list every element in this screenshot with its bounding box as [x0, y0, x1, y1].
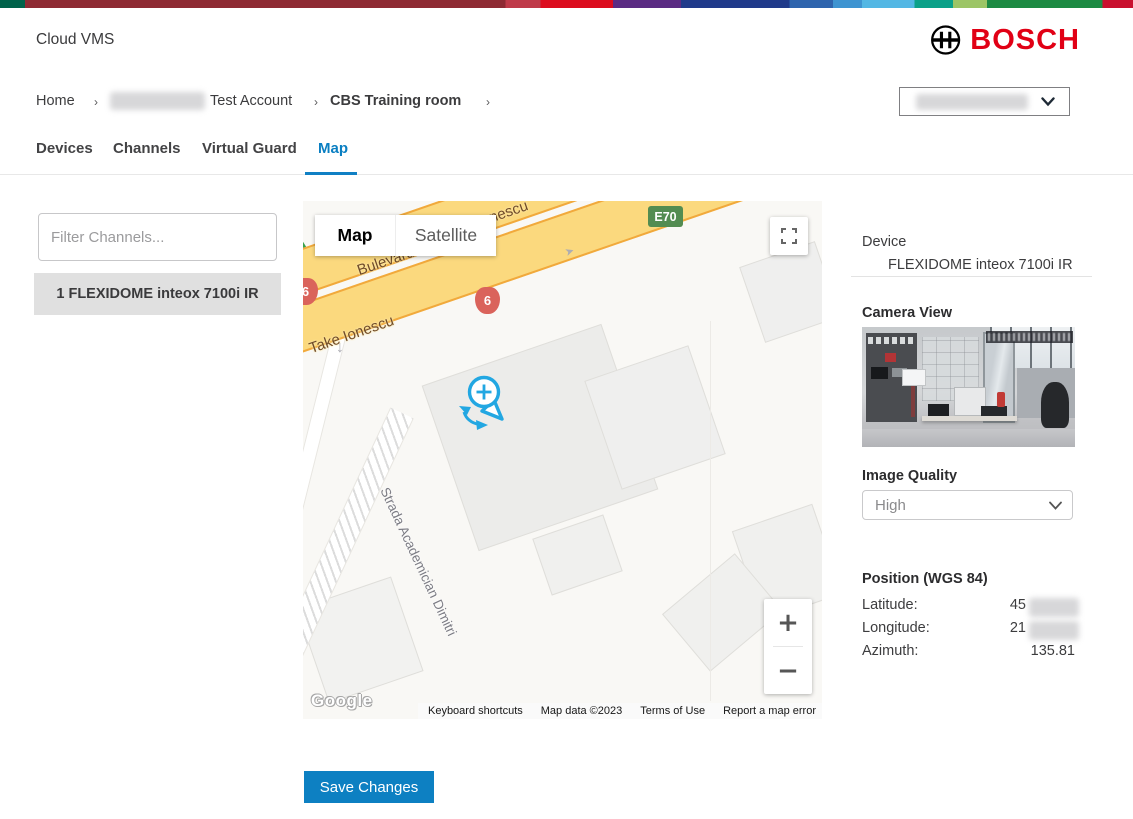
longitude-value: 21: [960, 620, 1026, 636]
position-heading: Position (WGS 84): [862, 571, 988, 587]
tab-channels[interactable]: Channels: [113, 140, 181, 157]
camera-scene-camera-mount: [911, 386, 915, 417]
zoom-out-button[interactable]: −: [764, 647, 812, 694]
account-selector-dropdown[interactable]: [899, 87, 1070, 116]
camera-position-marker[interactable]: [451, 369, 517, 435]
image-quality-value: High: [875, 497, 906, 514]
camera-view-label: Camera View: [862, 305, 952, 321]
route-shield-6: 6: [475, 287, 500, 314]
zoom-in-button[interactable]: +: [764, 599, 812, 646]
app-title: Cloud VMS: [36, 31, 114, 49]
camera-scene-camera-device: [902, 369, 925, 386]
divider: [851, 276, 1092, 277]
report-map-error-link[interactable]: Report a map error: [723, 705, 816, 717]
redacted-longitude-decimals: [1029, 621, 1079, 640]
bosch-supergraphic-stripe: [0, 0, 1133, 8]
tab-devices[interactable]: Devices: [36, 140, 93, 157]
azimuth-label: Azimuth:: [862, 643, 918, 659]
redacted-account-prefix: [110, 92, 205, 110]
device-label: Device: [862, 234, 906, 250]
image-quality-select[interactable]: High: [862, 490, 1073, 520]
camera-scene-screen: [871, 367, 888, 379]
camera-scene-device: [981, 406, 1007, 416]
map-type-map-button[interactable]: Map: [315, 215, 395, 256]
google-map[interactable]: Bulevard onescu Take Ionescu Strada Acad…: [303, 201, 822, 719]
camera-scene-floor: [862, 429, 1075, 447]
chevron-down-icon: [1049, 501, 1062, 510]
camera-scene-device: [928, 404, 949, 416]
camera-scene-office-chair: [1041, 382, 1069, 428]
tab-virtual-guard[interactable]: Virtual Guard: [202, 140, 297, 157]
camera-timestamp-overlay: [986, 331, 1073, 343]
redacted-latitude-decimals: [1029, 598, 1079, 617]
breadcrumb-separator: ›: [486, 95, 490, 109]
google-logo[interactable]: Google: [311, 691, 373, 711]
longitude-label: Longitude:: [862, 620, 930, 636]
map-attribution-bar: Keyboard shortcuts Map data ©2023 Terms …: [418, 703, 822, 719]
latitude-label: Latitude:: [862, 597, 918, 613]
breadcrumb-separator: ›: [314, 95, 318, 109]
chevron-down-icon: [1041, 97, 1055, 107]
latitude-value: 45: [960, 597, 1026, 613]
breadcrumb-home[interactable]: Home: [36, 93, 75, 109]
map-building: [739, 241, 822, 343]
image-quality-label: Image Quality: [862, 468, 957, 484]
active-tab-underline: [305, 172, 357, 175]
terms-of-use-link[interactable]: Terms of Use: [640, 705, 705, 717]
channel-list-item-selected[interactable]: 1 FLEXIDOME inteox 7100i IR: [34, 273, 281, 315]
fullscreen-icon: [781, 228, 797, 244]
camera-scene-gauges: [868, 337, 915, 344]
one-way-arrow-icon: ↓: [336, 339, 344, 357]
map-data-copyright: Map data ©2023: [541, 705, 623, 717]
tabs-divider: [0, 174, 1133, 175]
map-hairline: [710, 321, 711, 701]
route-badge-e70: E70: [648, 206, 683, 227]
camera-scene-red-panel: [885, 353, 896, 361]
map-type-control: Map Satellite: [315, 215, 496, 256]
tab-map[interactable]: Map: [318, 140, 348, 157]
map-type-satellite-button[interactable]: Satellite: [395, 215, 496, 256]
camera-timestamp-text-blur: [988, 333, 1071, 341]
redacted-selector-value: [916, 94, 1028, 110]
save-changes-button[interactable]: Save Changes: [304, 771, 434, 803]
device-name: FLEXIDOME inteox 7100i IR: [888, 257, 1073, 273]
keyboard-shortcuts-link[interactable]: Keyboard shortcuts: [428, 705, 523, 717]
fullscreen-button[interactable]: [770, 217, 808, 255]
breadcrumb-site[interactable]: CBS Training room: [330, 93, 461, 109]
cloud-vms-page: Cloud VMS BOSCH Home › Test Account › CB…: [0, 0, 1133, 819]
camera-view-image: [862, 327, 1075, 447]
zoom-control: + −: [764, 599, 812, 694]
camera-scene-fire-extinguisher: [997, 392, 1004, 408]
bosch-logo: BOSCH: [930, 20, 1080, 60]
breadcrumb-separator: ›: [94, 95, 98, 109]
breadcrumb-account[interactable]: Test Account: [210, 93, 292, 109]
filter-channels-input[interactable]: [38, 213, 277, 261]
bosch-armature-icon: [930, 21, 961, 59]
azimuth-value: 135.81: [960, 643, 1075, 659]
camera-scene-desk: [922, 416, 1018, 421]
bosch-wordmark: BOSCH: [970, 24, 1080, 57]
